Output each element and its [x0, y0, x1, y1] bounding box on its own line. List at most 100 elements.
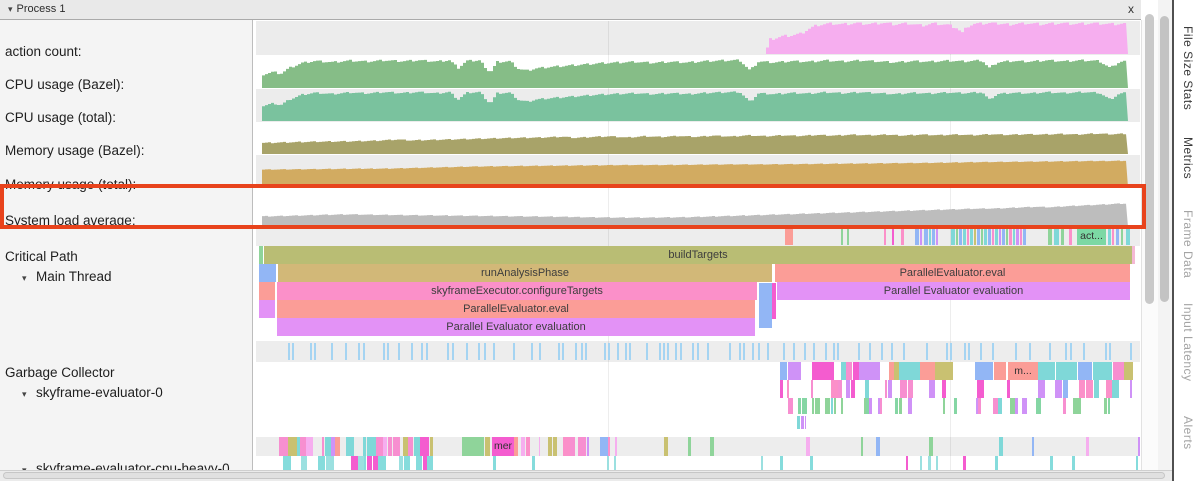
timeline-track-area[interactable]: act...buildTargetsrunAnalysisPhaseParall…: [254, 20, 1141, 471]
thread-slice[interactable]: [936, 456, 938, 470]
thread-slice[interactable]: [376, 437, 383, 456]
thread-slice[interactable]: [908, 398, 912, 414]
thread-slice[interactable]: [563, 437, 570, 456]
thread-slice[interactable]: [1138, 437, 1140, 456]
critical-path-slice[interactable]: [884, 228, 886, 245]
thread-slice[interactable]: [553, 437, 557, 456]
thread-slice[interactable]: [861, 437, 863, 456]
thread-slice[interactable]: [880, 398, 882, 414]
thread-slice[interactable]: [363, 437, 366, 456]
thread-slice[interactable]: [928, 456, 931, 470]
thread-slice[interactable]: [831, 380, 838, 398]
thread-slice[interactable]: [935, 362, 953, 380]
thread-slice[interactable]: [788, 398, 793, 414]
thread-slice[interactable]: [283, 456, 291, 470]
thread-slice[interactable]: [475, 437, 484, 456]
critical-path-slice[interactable]: [901, 228, 904, 245]
thread-slice[interactable]: [383, 437, 387, 456]
thread-slice[interactable]: [810, 456, 813, 470]
critical-path-slice[interactable]: [959, 228, 962, 245]
thread-slice[interactable]: [1108, 398, 1110, 414]
thread-slice[interactable]: [1032, 437, 1034, 456]
thread-slice[interactable]: [1055, 380, 1062, 398]
thread-slice[interactable]: [408, 456, 410, 470]
panel-vertical-scrollbar-thumb[interactable]: [1145, 14, 1154, 304]
critical-path-slice[interactable]: [1069, 228, 1072, 245]
thread-slice[interactable]: [1124, 362, 1133, 380]
thread-slice[interactable]: [539, 437, 540, 456]
thread-slice[interactable]: [876, 437, 880, 456]
thread-slice[interactable]: [688, 437, 691, 456]
thread-slice[interactable]: [1007, 380, 1010, 398]
counter-chart-3[interactable]: [262, 123, 1128, 154]
collapse-process-icon[interactable]: ▾: [8, 4, 13, 14]
thread-slice[interactable]: [846, 380, 850, 398]
critical-path-slice-labeled[interactable]: act...: [1077, 228, 1106, 245]
thread-slice[interactable]: [1079, 380, 1085, 398]
critical-path-slice[interactable]: [1112, 228, 1114, 245]
thread-slice[interactable]: [977, 380, 984, 398]
counter-chart-4[interactable]: [262, 156, 1128, 187]
thread-slice[interactable]: [788, 362, 801, 380]
thread-slice[interactable]: [920, 362, 935, 380]
critical-path-slice[interactable]: [956, 228, 958, 245]
thread-slice[interactable]: [710, 437, 714, 456]
critical-path-slice[interactable]: [1048, 228, 1052, 245]
flame-bar[interactable]: buildTargets: [264, 246, 1132, 264]
thread-slice-labeled[interactable]: m...: [1008, 362, 1038, 380]
thread-slice[interactable]: [431, 456, 433, 470]
horizontal-scrollbar-thumb[interactable]: [3, 472, 1165, 479]
critical-path-slice[interactable]: [1054, 228, 1059, 245]
thread-slice[interactable]: [805, 416, 806, 429]
thread-slice[interactable]: [410, 437, 413, 456]
flame-bar[interactable]: [259, 264, 276, 282]
thread-slice[interactable]: [865, 380, 869, 398]
flame-bar[interactable]: [1132, 246, 1135, 264]
thread-slice[interactable]: [378, 456, 386, 470]
counter-chart-0[interactable]: [262, 22, 1128, 54]
critical-path-slice[interactable]: [981, 228, 983, 245]
critical-path-slice[interactable]: [963, 228, 966, 245]
thread-slice[interactable]: [1063, 380, 1068, 398]
thread-slice[interactable]: [288, 437, 297, 456]
thread-slice[interactable]: [1038, 380, 1045, 398]
thread-slice[interactable]: [906, 456, 908, 470]
thread-slice[interactable]: [806, 437, 810, 456]
thread-slice[interactable]: [1036, 398, 1041, 414]
thread-slice[interactable]: [318, 456, 325, 470]
thread-slice[interactable]: [1136, 456, 1138, 470]
thread-slice[interactable]: [780, 456, 783, 470]
thread-slice[interactable]: [548, 437, 552, 456]
thread-slice[interactable]: [1104, 398, 1107, 414]
thread-slice[interactable]: [570, 437, 575, 456]
close-icon[interactable]: x: [1124, 2, 1138, 16]
flame-bar[interactable]: Parallel Evaluator evaluation: [277, 318, 755, 336]
critical-path-slice[interactable]: [924, 228, 928, 245]
collapse-thread-icon[interactable]: ▾: [22, 389, 36, 400]
critical-path-slice[interactable]: [1009, 228, 1012, 245]
thread-slice[interactable]: [388, 437, 392, 456]
critical-path-slice[interactable]: [932, 228, 935, 245]
thread-slice[interactable]: [1086, 437, 1089, 456]
thread-slice[interactable]: [1112, 380, 1119, 398]
thread-slice[interactable]: [430, 437, 433, 456]
thread-slice[interactable]: [1038, 362, 1055, 380]
thread-slice[interactable]: [801, 416, 804, 429]
counter-chart-1[interactable]: [262, 56, 1128, 88]
thread-slice[interactable]: [614, 456, 616, 470]
thread-slice[interactable]: [920, 456, 922, 470]
thread-slice[interactable]: [1050, 456, 1053, 470]
thread-slice[interactable]: [322, 437, 324, 456]
thread-slice[interactable]: [908, 380, 913, 398]
thread-slice[interactable]: [851, 380, 855, 398]
critical-path-slice[interactable]: [1121, 228, 1123, 245]
critical-path-slice[interactable]: [1108, 228, 1111, 245]
thread-slice[interactable]: [1130, 380, 1132, 398]
critical-path-slice[interactable]: [1126, 228, 1130, 245]
critical-path-slice[interactable]: [977, 228, 980, 245]
thread-slice[interactable]: [335, 437, 340, 456]
flame-bar[interactable]: skyframeExecutor.configureTargets: [277, 282, 757, 300]
thread-slice[interactable]: [831, 398, 833, 414]
thread-slice[interactable]: [1072, 456, 1075, 470]
thread-slice[interactable]: [838, 380, 842, 398]
